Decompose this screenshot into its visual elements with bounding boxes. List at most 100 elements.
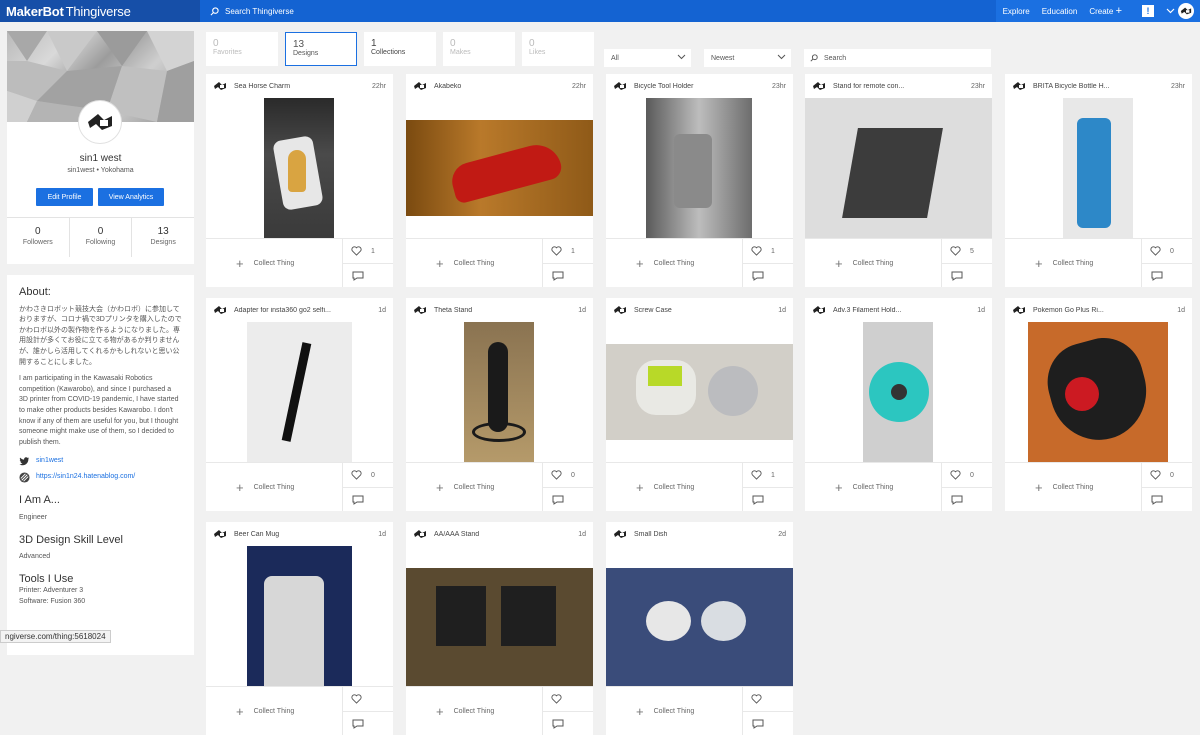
thing-thumbnail[interactable] — [606, 98, 793, 238]
author-avatar-icon[interactable] — [213, 81, 227, 91]
chevron-down-icon[interactable] — [1166, 8, 1175, 14]
thing-title[interactable]: Bicycle Tool Holder — [634, 83, 768, 90]
like-button[interactable] — [343, 687, 393, 712]
thing-card[interactable]: AA/AAA Stand 1d + Collect Thing — [406, 522, 593, 735]
like-button[interactable] — [743, 687, 793, 712]
collect-thing-button[interactable]: + Collect Thing — [606, 687, 743, 735]
tab-makes[interactable]: 0 Makes — [443, 32, 515, 66]
thing-title[interactable]: Beer Can Mug — [234, 531, 374, 538]
thing-title[interactable]: Screw Case — [634, 307, 774, 314]
author-avatar-icon[interactable] — [413, 305, 427, 315]
author-avatar-icon[interactable] — [812, 81, 826, 91]
website-link[interactable]: https://sin1n24.hatenablog.com/ — [19, 470, 182, 484]
comment-button[interactable] — [543, 264, 593, 287]
thing-card[interactable]: Pokemon Go Plus Ri... 1d + Collect Thing 0 — [1005, 298, 1192, 511]
thing-thumbnail[interactable] — [206, 98, 393, 238]
thing-thumbnail[interactable] — [805, 322, 992, 462]
tab-likes[interactable]: 0 Likes — [522, 32, 594, 66]
collect-thing-button[interactable]: + Collect Thing — [805, 463, 942, 511]
thing-card[interactable]: BRITA Bicycle Bottle H... 23hr + Collect Th… — [1005, 74, 1192, 287]
sort-select[interactable]: Newest — [704, 49, 791, 67]
thing-thumbnail[interactable] — [1005, 322, 1192, 462]
like-button[interactable]: 0 — [543, 463, 593, 488]
designs-search-input[interactable]: Search — [804, 49, 991, 67]
thing-title[interactable]: Adapter for insta360 go2 selfi... — [234, 307, 374, 314]
thing-title[interactable]: Pokemon Go Plus Ri... — [1033, 307, 1173, 314]
thing-title[interactable]: Small Dish — [634, 531, 774, 538]
like-button[interactable]: 0 — [1142, 463, 1192, 488]
thing-thumbnail[interactable] — [1005, 98, 1192, 238]
site-search-input[interactable]: Search Thingiverse — [200, 0, 997, 22]
thing-card[interactable]: Sea Horse Charm 22hr + Collect Thing 1 — [206, 74, 393, 287]
thing-card[interactable]: Screw Case 1d + Collect Thing 1 — [606, 298, 793, 511]
like-button[interactable]: 0 — [1142, 239, 1192, 264]
collect-thing-button[interactable]: + Collect Thing — [606, 463, 743, 511]
thing-card[interactable]: Adapter for insta360 go2 selfi... 1d + Coll… — [206, 298, 393, 511]
thing-thumbnail[interactable] — [406, 98, 593, 238]
thing-card[interactable]: Akabeko 22hr + Collect Thing 1 — [406, 74, 593, 287]
collect-thing-button[interactable]: + Collect Thing — [206, 463, 343, 511]
collect-thing-button[interactable]: + Collect Thing — [1005, 463, 1142, 511]
twitter-link[interactable]: sin1west — [19, 454, 182, 468]
comment-button[interactable] — [743, 488, 793, 511]
comment-button[interactable] — [743, 712, 793, 735]
thing-card[interactable]: Small Dish 2d + Collect Thing — [606, 522, 793, 735]
thing-card[interactable]: Theta Stand 1d + Collect Thing 0 — [406, 298, 593, 511]
comment-button[interactable] — [942, 488, 992, 511]
comment-button[interactable] — [343, 488, 393, 511]
thing-card[interactable]: Bicycle Tool Holder 23hr + Collect Thing 1 — [606, 74, 793, 287]
like-button[interactable]: 5 — [942, 239, 992, 264]
thing-thumbnail[interactable] — [406, 322, 593, 462]
user-avatar[interactable] — [1178, 3, 1194, 19]
collect-thing-button[interactable]: + Collect Thing — [206, 687, 343, 735]
thing-thumbnail[interactable] — [606, 546, 793, 686]
thing-thumbnail[interactable] — [206, 546, 393, 686]
author-avatar-icon[interactable] — [213, 305, 227, 315]
nav-education[interactable]: Education — [1042, 7, 1078, 16]
thing-thumbnail[interactable] — [406, 546, 593, 686]
like-button[interactable]: 1 — [743, 463, 793, 488]
thing-card[interactable]: Beer Can Mug 1d + Collect Thing — [206, 522, 393, 735]
collect-thing-button[interactable]: + Collect Thing — [406, 463, 543, 511]
nav-explore[interactable]: Explore — [1003, 7, 1030, 16]
tab-favorites[interactable]: 0 Favorites — [206, 32, 278, 66]
edit-profile-button[interactable]: Edit Profile — [36, 188, 93, 206]
comment-button[interactable] — [343, 712, 393, 735]
collect-thing-button[interactable]: + Collect Thing — [1005, 239, 1142, 287]
thing-title[interactable]: Stand for remote con... — [833, 83, 967, 90]
like-button[interactable]: 0 — [942, 463, 992, 488]
thing-title[interactable]: Akabeko — [434, 83, 568, 90]
thing-card[interactable]: Stand for remote con... 23hr + Collect Thin… — [805, 74, 992, 287]
collect-thing-button[interactable]: + Collect Thing — [805, 239, 942, 287]
like-button[interactable] — [543, 687, 593, 712]
author-avatar-icon[interactable] — [613, 81, 627, 91]
makerbot-thingiverse-logo[interactable]: MakerBot Thingiverse — [0, 0, 200, 22]
thing-card[interactable]: Adv.3 Filament Hold... 1d + Collect Thing 0 — [805, 298, 992, 511]
author-avatar-icon[interactable] — [213, 529, 227, 539]
author-avatar-icon[interactable] — [613, 529, 627, 539]
collect-thing-button[interactable]: + Collect Thing — [406, 239, 543, 287]
tab-collections[interactable]: 1 Collections — [364, 32, 436, 66]
author-avatar-icon[interactable] — [1012, 305, 1026, 315]
author-avatar-icon[interactable] — [1012, 81, 1026, 91]
thing-title[interactable]: Theta Stand — [434, 307, 574, 314]
thing-title[interactable]: AA/AAA Stand — [434, 531, 574, 538]
thing-title[interactable]: Adv.3 Filament Hold... — [833, 307, 973, 314]
nav-create[interactable]: Create + — [1089, 5, 1122, 17]
tab-designs[interactable]: 13 Designs — [285, 32, 357, 66]
followers-stat[interactable]: 0 Followers — [7, 218, 70, 257]
thing-title[interactable]: Sea Horse Charm — [234, 83, 368, 90]
like-button[interactable]: 1 — [743, 239, 793, 264]
collect-thing-button[interactable]: + Collect Thing — [406, 687, 543, 735]
like-button[interactable]: 1 — [543, 239, 593, 264]
author-avatar-icon[interactable] — [413, 81, 427, 91]
thing-thumbnail[interactable] — [206, 322, 393, 462]
comment-button[interactable] — [743, 264, 793, 287]
thing-thumbnail[interactable] — [805, 98, 992, 238]
comment-button[interactable] — [1142, 488, 1192, 511]
comment-button[interactable] — [1142, 264, 1192, 287]
notification-icon[interactable]: ! — [1142, 5, 1154, 17]
author-avatar-icon[interactable] — [613, 305, 627, 315]
author-avatar-icon[interactable] — [413, 529, 427, 539]
like-button[interactable]: 1 — [343, 239, 393, 264]
